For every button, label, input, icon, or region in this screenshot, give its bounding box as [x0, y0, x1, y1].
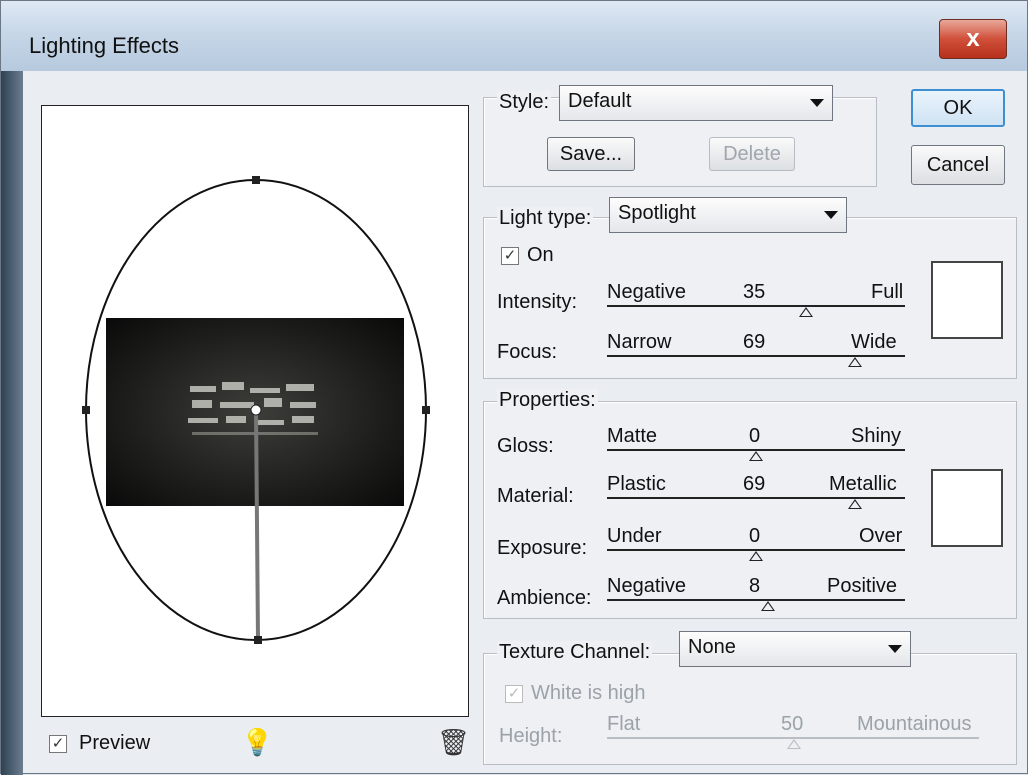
- light-center-handle[interactable]: [250, 404, 262, 416]
- style-select[interactable]: Default: [559, 85, 833, 121]
- material-min-label: Plastic: [607, 473, 666, 495]
- material-slider-thumb[interactable]: [848, 499, 862, 509]
- title-bar[interactable]: Lighting Effects x: [1, 1, 1027, 71]
- style-label: Style:: [497, 91, 552, 114]
- texture-channel-select[interactable]: None: [679, 631, 911, 667]
- texture-group: [483, 653, 1017, 765]
- light-direction-line[interactable]: [254, 409, 260, 641]
- gloss-max-label: Shiny: [851, 425, 902, 447]
- gloss-slider-thumb[interactable]: [749, 451, 763, 461]
- light-preview-graphic[interactable]: [42, 106, 468, 716]
- material-label: Material:: [497, 485, 574, 507]
- ambience-max-label: Positive: [827, 575, 898, 597]
- focus-min-label: Narrow: [607, 331, 672, 353]
- light-color-swatch[interactable]: [931, 261, 1003, 339]
- material-value[interactable]: 69: [743, 473, 765, 496]
- light-on-label: On: [527, 244, 554, 266]
- height-min-label: Flat: [607, 713, 641, 735]
- height-label: Height:: [499, 725, 563, 747]
- height-slider-thumb[interactable]: [787, 739, 801, 749]
- window-edge: [1, 71, 23, 775]
- height-max-label: Mountainous: [857, 713, 972, 735]
- white-is-high-label: White is high: [531, 682, 646, 704]
- focus-label: Focus:: [497, 341, 558, 363]
- light-type-label: Light type:: [497, 207, 594, 230]
- light-bulb-icon[interactable]: 💡: [241, 727, 273, 758]
- chevron-down-icon: [888, 645, 902, 653]
- intensity-slider-thumb[interactable]: [799, 307, 813, 317]
- ambience-label: Ambience:: [497, 587, 592, 609]
- window-title: Lighting Effects: [29, 33, 180, 58]
- exposure-max-label: Over: [859, 525, 903, 547]
- delete-button[interactable]: Delete: [709, 137, 795, 171]
- intensity-max-label: Full: [871, 281, 904, 303]
- light-on-checkbox[interactable]: ✓: [501, 247, 519, 265]
- save-button[interactable]: Save...: [547, 137, 635, 171]
- height-value[interactable]: 50: [781, 713, 803, 736]
- exposure-label: Exposure:: [497, 537, 588, 559]
- ok-button[interactable]: OK: [911, 89, 1005, 127]
- close-icon: x: [966, 25, 980, 52]
- exposure-value[interactable]: 0: [749, 525, 760, 548]
- light-handle-left[interactable]: [82, 406, 90, 414]
- intensity-slider-track[interactable]: [607, 305, 905, 307]
- focus-slider-thumb[interactable]: [848, 357, 862, 367]
- texture-channel-value: None: [688, 636, 736, 658]
- preview-checkbox[interactable]: ✓: [49, 735, 67, 753]
- close-button[interactable]: x: [939, 19, 1007, 59]
- light-handle-top[interactable]: [252, 176, 260, 184]
- gloss-label: Gloss:: [497, 435, 554, 457]
- focus-value[interactable]: 69: [743, 331, 765, 354]
- cancel-button[interactable]: Cancel: [911, 145, 1005, 185]
- ambience-slider-thumb[interactable]: [761, 601, 775, 611]
- white-is-high-checkbox[interactable]: ✓: [505, 685, 523, 703]
- ambience-min-label: Negative: [607, 575, 686, 597]
- texture-channel-label: Texture Channel:: [497, 641, 653, 664]
- focus-max-label: Wide: [851, 331, 897, 353]
- chevron-down-icon: [824, 211, 838, 219]
- light-type-select[interactable]: Spotlight: [609, 197, 847, 233]
- light-type-value: Spotlight: [618, 202, 696, 224]
- trash-icon[interactable]: 🗑: [437, 727, 470, 758]
- intensity-min-label: Negative: [607, 281, 686, 303]
- material-max-label: Metallic: [829, 473, 897, 495]
- intensity-label: Intensity:: [497, 291, 578, 313]
- chevron-down-icon: [810, 99, 824, 107]
- lighting-effects-dialog: Lighting Effects x ✓ Preview 💡 🗑 Style: …: [0, 0, 1028, 775]
- style-select-value: Default: [568, 90, 632, 112]
- ambience-slider-track[interactable]: [607, 599, 905, 601]
- light-handle-right[interactable]: [422, 406, 430, 414]
- exposure-slider-thumb[interactable]: [749, 551, 763, 561]
- properties-header: Properties:: [497, 389, 598, 412]
- light-handle-bottom[interactable]: [254, 636, 262, 644]
- preview-label: Preview: [79, 732, 151, 754]
- exposure-min-label: Under: [607, 525, 662, 547]
- gloss-value[interactable]: 0: [749, 425, 760, 448]
- material-color-swatch[interactable]: [931, 469, 1003, 547]
- intensity-value[interactable]: 35: [743, 281, 765, 304]
- gloss-min-label: Matte: [607, 425, 658, 447]
- ambience-value[interactable]: 8: [749, 575, 760, 598]
- preview-canvas[interactable]: [41, 105, 469, 717]
